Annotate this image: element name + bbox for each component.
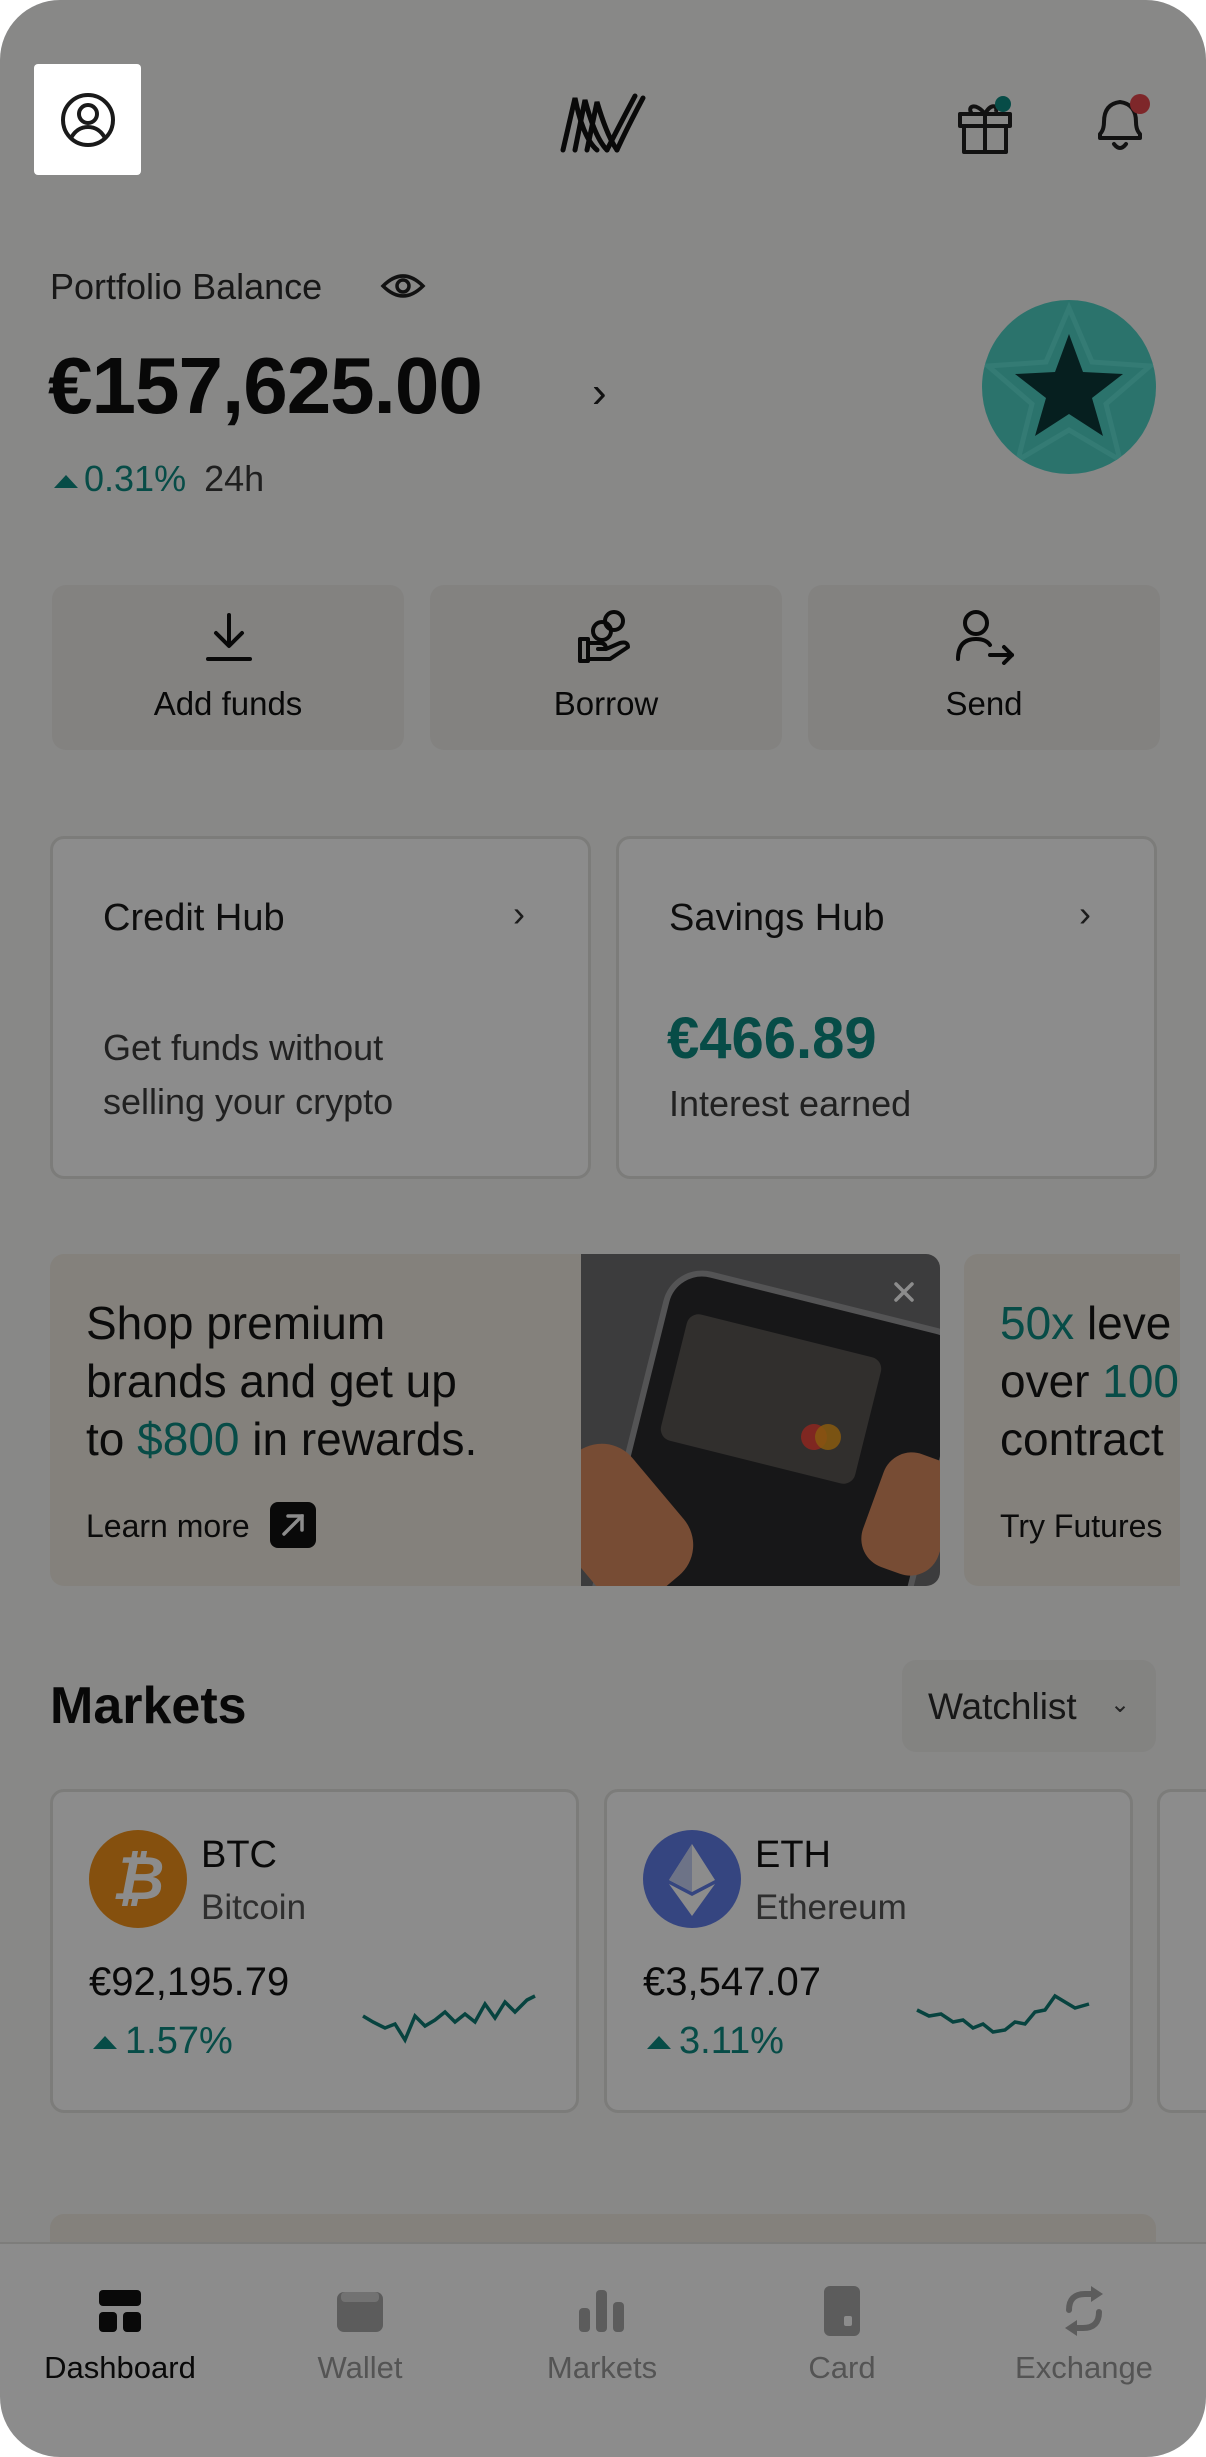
download-icon [206,613,252,661]
borrow-button[interactable]: Borrow [430,585,782,750]
promo-line-2: brands and get up [86,1355,457,1407]
portfolio-change-value: 0.31% [84,458,187,499]
market-card-next[interactable] [1157,1789,1206,2113]
eth-price: €3,547.07 [643,1960,821,2004]
eye-icon [380,274,426,298]
nav-card[interactable] [742,2276,942,2406]
exchange-icon [1065,2286,1103,2336]
chevron-right-icon[interactable]: › [592,368,607,418]
promo-line-3: to $800 in rewards. [86,1413,478,1465]
triangle-up-icon [647,2036,671,2049]
futures-line-3: contract [1000,1413,1164,1465]
eth-change: 3.11% [647,2020,784,2063]
promo-line-1: Shop premium [86,1297,386,1349]
toggle-visibility-button[interactable] [380,268,426,304]
triangle-up-icon [54,475,78,488]
btc-name: Bitcoin [201,1888,307,1927]
user-send-icon [956,610,1014,665]
nav-card-label: Card [808,2350,876,2385]
star-icon [982,301,1156,466]
user-circle-icon [60,92,115,147]
futures-line-1: 50x leve [1000,1297,1172,1349]
try-futures-link[interactable]: Try Futures [1000,1508,1162,1545]
close-icon [894,1282,914,1302]
borrow-label: Borrow [553,685,659,722]
eth-sparkline [916,1993,1090,2034]
close-promo-button[interactable] [888,1276,920,1308]
chevron-down-icon: ⌄ [1110,1691,1131,1718]
eth-name: Ethereum [755,1888,907,1927]
promo-phone-image [581,1254,940,1586]
notifications-button[interactable] [1090,90,1154,156]
btc-change: 1.57% [93,2020,233,2063]
nav-dashboard-label: Dashboard [44,2350,196,2385]
gift-button[interactable] [954,92,1018,156]
savings-hub-title: Savings Hub [669,897,885,939]
wallet-icon [337,2292,383,2332]
bell-icon [1098,94,1150,150]
bar-chart-icon [579,2290,624,2332]
external-link-icon[interactable] [270,1502,316,1548]
nav-wallet-label: Wallet [317,2350,403,2385]
market-card-btc[interactable]: ₿ BTC Bitcoin €92,195.79 1.57% [50,1789,579,2113]
credit-hub-desc-line1: Get funds without [103,1027,384,1068]
credit-hub-title: Credit Hub [103,897,285,939]
promo-card-shop[interactable]: Shop premium brands and get up to $800 i… [50,1254,940,1586]
btc-price: €92,195.79 [89,1960,290,2004]
card-icon [824,2286,860,2336]
nav-wallet[interactable] [260,2276,460,2406]
btc-sparkline [362,1994,536,2044]
dashboard-screen: Portfolio Balance €157,625.00 › 0.31% 24… [0,0,1206,2457]
chevron-right-icon: › [513,893,525,934]
portfolio-change-period: 24h [204,458,265,499]
nexo-logo [555,88,650,158]
savings-hub-card[interactable]: Savings Hub › €466.89 Interest earned [616,836,1157,1179]
portfolio-change: 0.31% 24h [54,458,264,500]
loyalty-badge[interactable] [982,300,1156,474]
portfolio-balance[interactable]: €157,625.00 [48,340,483,432]
nav-dashboard[interactable] [20,2276,220,2406]
nav-exchange[interactable] [984,2276,1184,2406]
hand-coins-icon [578,610,630,663]
markets-title: Markets [50,1677,247,1735]
savings-hub-desc: Interest earned [669,1083,912,1124]
triangle-up-icon [93,2036,117,2049]
gift-icon [958,96,1012,154]
bitcoin-icon: ₿ [89,1830,187,1928]
chevron-right-icon: › [1079,893,1091,934]
ethereum-icon [643,1830,741,1928]
watchlist-label: Watchlist [928,1686,1077,1727]
savings-hub-amount: €466.89 [667,1006,877,1071]
learn-more-link[interactable]: Learn more [86,1508,250,1545]
profile-button[interactable] [34,64,141,175]
nav-exchange-label: Exchange [1015,2350,1153,2385]
add-funds-button[interactable]: Add funds [52,585,404,750]
credit-hub-card[interactable]: Credit Hub › Get funds without selling y… [50,836,591,1179]
futures-line-2: over 100 [1000,1355,1180,1407]
credit-hub-desc-line2: selling your crypto [103,1081,394,1122]
add-funds-label: Add funds [153,685,303,722]
market-card-eth[interactable]: ETH Ethereum €3,547.07 3.11% [604,1789,1133,2113]
send-label: Send [945,685,1023,722]
btc-symbol: BTC [201,1834,277,1876]
promo-reward-amount: $800 [137,1413,240,1465]
promo-card-futures[interactable]: 50x leve over 100 contract Try Futures [964,1254,1180,1586]
portfolio-label: Portfolio Balance [50,266,323,307]
watchlist-dropdown[interactable]: Watchlist ⌄ [902,1660,1156,1752]
dashboard-icon [99,2290,141,2332]
eth-symbol: ETH [755,1834,831,1876]
nav-markets-label: Markets [546,2350,658,2385]
send-button[interactable]: Send [808,585,1160,750]
nav-markets[interactable] [502,2276,702,2406]
